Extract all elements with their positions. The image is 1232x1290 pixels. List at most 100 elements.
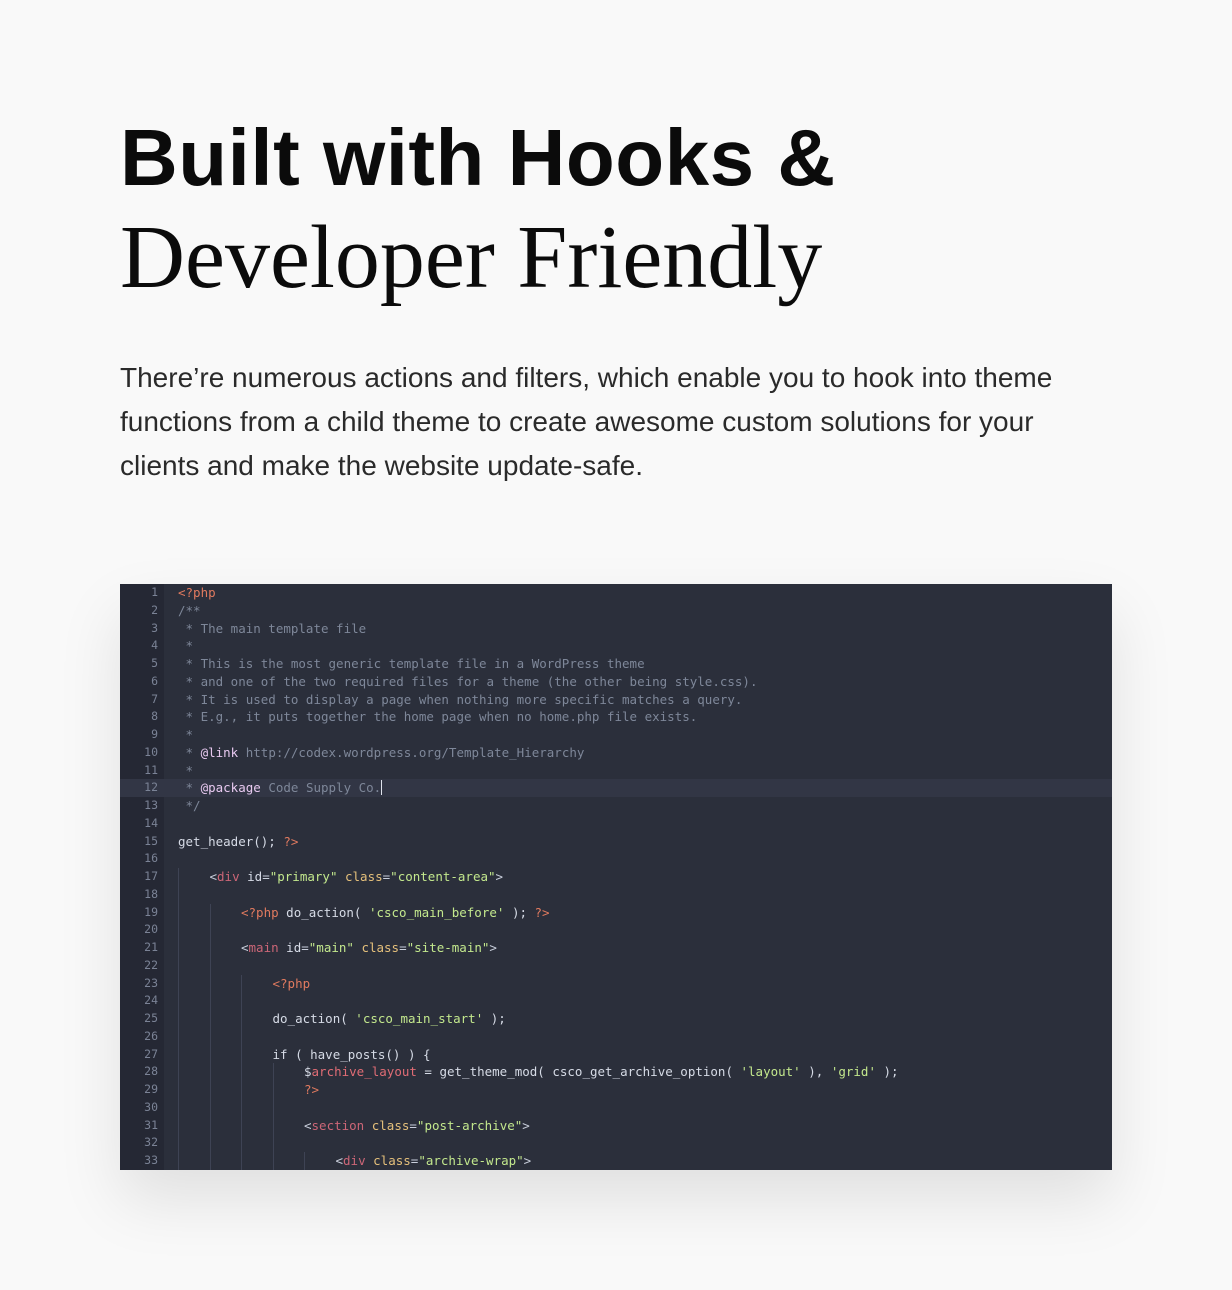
code-text: <div id="primary" class="content-area"> [210, 868, 504, 886]
code-line: 29 ?> [120, 1081, 1112, 1099]
indent-guide [178, 921, 179, 939]
code-token: "site-main" [406, 940, 490, 955]
code-text: ?> [304, 1081, 319, 1099]
code-token: do_action( [278, 904, 369, 920]
line-number: 13 [144, 798, 158, 812]
code-line: 25 do_action( 'csco_main_start' ); [120, 1010, 1112, 1028]
indent-guide [209, 1081, 211, 1099]
code-token: = [301, 940, 309, 955]
indent-guide [241, 1134, 242, 1152]
line-number: 24 [144, 993, 158, 1008]
code-token: ?> [283, 833, 299, 849]
code-lines: 1 <?php 2/** 3 * The main template file 4 * 5… [120, 584, 1112, 1170]
code-line: 27 if ( have_posts() ) { [120, 1045, 1112, 1064]
code-text: * [178, 637, 194, 655]
code-token: * [178, 744, 201, 760]
indent-guide [241, 1152, 242, 1170]
indent-guide [209, 1045, 211, 1064]
description-line-1: There’re numerous actions and filters, w… [120, 362, 1053, 393]
code-text: * E.g., it puts together the home page w… [178, 708, 698, 726]
line-number: 18 [144, 886, 158, 901]
code-token: get_header(); [178, 833, 284, 849]
line-number: 12 [144, 780, 158, 795]
code-line: 4 * [120, 637, 1112, 655]
code-token: = get_theme_mod( csco_get_archive_option… [416, 1064, 741, 1080]
code-token: * This is the most generic template file… [178, 656, 645, 671]
code-line: 28 $archive_layout = get_theme_mod( csco_… [120, 1063, 1112, 1081]
hero-heading: Built with Hooks & Developer Friendly [120, 110, 1120, 310]
code-token: 'csco_main_start' [355, 1011, 484, 1026]
code-token: */ [178, 798, 201, 813]
line-number: 23 [144, 975, 158, 990]
line-number: 14 [144, 815, 158, 830]
line-number: 3 [151, 620, 158, 635]
code-text: get_header(); ?> [178, 833, 298, 851]
indent-guide [241, 1063, 242, 1081]
code-token: @link [200, 744, 239, 760]
code-text: <div class="archive-wrap"> [336, 1152, 532, 1170]
line-number: 28 [144, 1064, 158, 1079]
indent-guide [178, 868, 179, 886]
code-text: if ( have_posts() ) { [273, 1046, 431, 1064]
code-text: * The main template file [178, 620, 367, 638]
code-editor-screenshot: 1 <?php 2/** 3 * The main template file 4 * 5… [120, 584, 1112, 1170]
line-number: 32 [144, 1135, 158, 1150]
code-token: id [247, 869, 263, 884]
code-line: 10 * @link http://codex.wordpress.org/Te… [120, 744, 1112, 762]
code-line: 18 [120, 885, 1112, 904]
code-token: 'layout' [740, 1064, 801, 1080]
code-token: = [262, 869, 270, 884]
line-number: 15 [144, 833, 158, 848]
line-number: 25 [144, 1011, 158, 1025]
code-line: 23 <?php [120, 974, 1112, 993]
indent-guide [178, 992, 179, 1010]
indent-guide [272, 1098, 274, 1117]
code-text: */ [178, 797, 201, 815]
indent-guide [209, 1152, 211, 1170]
code-line: 11 * [120, 762, 1112, 780]
code-text: /** [178, 602, 201, 620]
code-line: 14 [120, 815, 1112, 833]
line-number: 11 [144, 762, 158, 777]
code-token: <?php [272, 975, 311, 991]
description-line-2: functions from a child theme to create a… [120, 406, 1034, 437]
indent-guide [209, 1098, 211, 1117]
code-line: 2 /** [120, 602, 1112, 620]
indent-guide [209, 956, 211, 975]
indent-guide [241, 1116, 242, 1135]
indent-guide [209, 903, 211, 922]
code-line: 16 [120, 850, 1112, 868]
code-token: ?> [304, 1082, 320, 1097]
indent-guide [178, 956, 179, 975]
indent-guide [209, 939, 211, 957]
code-text: * [178, 762, 194, 780]
code-token: * [178, 638, 194, 654]
line-number: 29 [144, 1082, 158, 1096]
indent-guide [272, 1063, 274, 1081]
code-token: > [489, 940, 497, 955]
code-text: do_action( 'csco_main_start' ); [273, 1010, 506, 1028]
indent-guide [241, 1027, 242, 1046]
code-line: 32 [120, 1134, 1112, 1152]
code-token: * E.g., it puts together the home page w… [178, 709, 698, 725]
indent-guide [178, 1063, 179, 1081]
description-line-3: clients and make the website update-safe… [120, 450, 643, 481]
code-token: @package [200, 780, 261, 796]
code-token: archive_layout [311, 1064, 417, 1080]
code-token: < [241, 940, 249, 955]
code-text: * @package Code Supply Co. [178, 779, 383, 797]
code-token: if ( have_posts() ) { [272, 1046, 431, 1062]
indent-guide [178, 1027, 179, 1046]
code-line: 15 get_header(); ?> [120, 833, 1112, 851]
line-number: 22 [144, 957, 158, 972]
text-cursor [381, 780, 383, 796]
code-token: "post-archive" [416, 1117, 523, 1133]
code-token: > [523, 1153, 532, 1168]
code-line: 3 * The main template file [120, 620, 1112, 638]
indent-guide [209, 1134, 211, 1152]
code-token: $ [304, 1064, 312, 1080]
line-number: 2 [151, 602, 158, 617]
code-text: <section class="post-archive"> [304, 1117, 530, 1135]
indent-guide [209, 1116, 211, 1135]
